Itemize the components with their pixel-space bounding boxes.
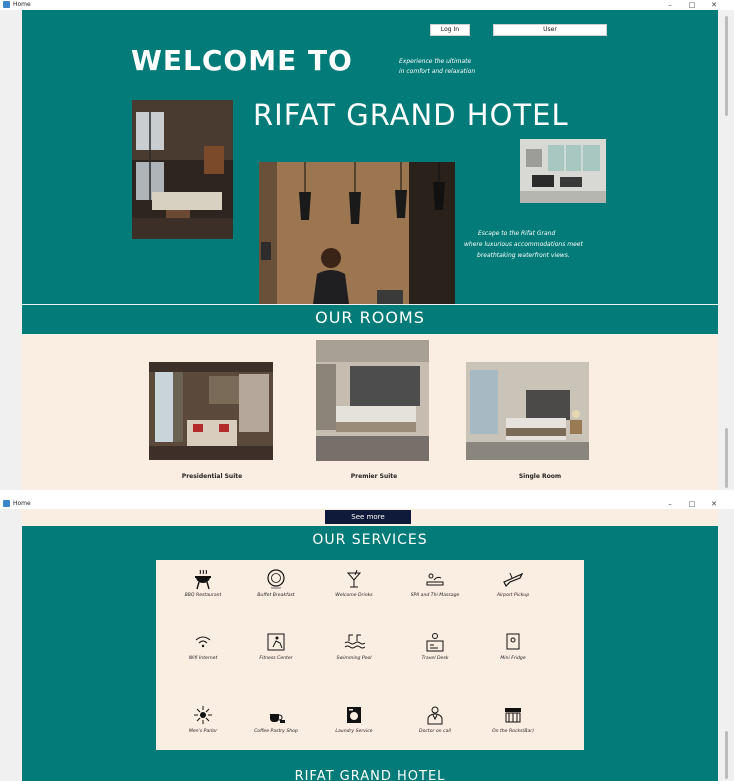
scrollbar-bottom[interactable]: [718, 509, 734, 781]
services-heading: OUR SERVICES: [312, 532, 428, 548]
room-photo-single[interactable]: [466, 362, 589, 460]
service-label: Coffee Pastry Shop: [254, 729, 298, 734]
service-coffee-pastry: Coffee Pastry Shop: [241, 704, 311, 734]
service-label: Men's Parlor: [188, 729, 218, 734]
scroll-thumb-bottom[interactable]: [725, 731, 728, 779]
service-airport-pickup: Airport Pickup: [478, 568, 548, 598]
service-label: Buffet Breakfast: [257, 593, 295, 598]
swimming-pool-icon: [343, 631, 365, 653]
service-label: Travel Desk: [421, 656, 449, 661]
room-caption-single: Single Room: [518, 473, 562, 480]
title-bar: Home – □ ✕: [0, 0, 734, 10]
service-spa-massage: SPA and Thi Massage: [400, 568, 470, 598]
service-label: Doctor on call: [419, 729, 451, 734]
scroll-thumb-lower[interactable]: [725, 428, 728, 488]
parlor-icon: [192, 704, 214, 726]
maximize-button[interactable]: □: [685, 0, 699, 10]
close-button[interactable]: ✕: [707, 0, 721, 10]
service-label: Swimming Pool: [336, 656, 372, 661]
bbq-grill-icon: [192, 568, 214, 590]
see-more-strip: See more: [22, 509, 718, 526]
rooms-header: OUR ROOMS: [22, 305, 718, 334]
app-icon-2: [3, 500, 10, 507]
laundry-icon: [343, 704, 365, 726]
hotel-name-heading: RIFAT GRAND HOTEL: [253, 98, 569, 132]
scroll-thumb-top[interactable]: [725, 16, 728, 116]
service-label: Wifi Internet: [188, 656, 218, 661]
title-bar-2: Home – □ ✕: [0, 499, 734, 509]
service-swimming-pool: Swimming Pool: [319, 631, 389, 661]
maximize-button-2[interactable]: □: [685, 499, 699, 509]
rooms-section: Presidential Suite Premier Suite Single …: [22, 335, 718, 490]
window-top: Home – □ ✕ Log In User WELCOME TO Experi…: [0, 0, 734, 490]
service-laundry: Laundry Service: [319, 704, 389, 734]
bar-icon: [502, 704, 524, 726]
service-wifi: Wifi Internet: [168, 631, 238, 661]
service-fitness-center: Fitness Center: [241, 631, 311, 661]
tagline-line-1: Experience the ultimate: [399, 58, 472, 65]
living-room-photo: [132, 100, 233, 239]
service-mini-fridge: Mini Fridge: [478, 631, 548, 661]
rooms-heading: OUR ROOMS: [315, 308, 425, 327]
service-label: Fitness Center: [259, 656, 293, 661]
room-caption-premier: Premier Suite: [350, 473, 398, 480]
service-label: On the Rocks(Bar): [491, 729, 534, 734]
window-bottom: Home – □ ✕ See more OUR SERVICES BBQ Res…: [0, 499, 734, 781]
window-title-2: Home: [13, 500, 31, 507]
minimize-button-2[interactable]: –: [663, 499, 677, 509]
service-buffet-breakfast: Buffet Breakfast: [241, 568, 311, 598]
services-panel: BBQ Restaurant Buffet Breakfast Welcome …: [156, 560, 584, 750]
window-title: Home: [13, 1, 31, 8]
coffee-shop-icon: [265, 704, 287, 726]
welcome-heading: WELCOME TO: [131, 44, 353, 77]
escape-text-line-1: Escape to the Rifat Grand: [478, 230, 556, 237]
user-button[interactable]: User: [493, 24, 607, 36]
reception-photo: [259, 162, 455, 304]
fitness-icon: [265, 631, 287, 653]
service-label: Welcome Drinks: [335, 593, 373, 598]
mini-fridge-icon: [502, 631, 524, 653]
room-caption-presidential: Presidential Suite: [181, 473, 243, 480]
service-welcome-drinks: Welcome Drinks: [319, 568, 389, 598]
service-label: SPA and Thi Massage: [410, 593, 460, 598]
minimize-button[interactable]: –: [663, 0, 677, 10]
hero-section: Log In User WELCOME TO Experience the ul…: [22, 10, 718, 304]
service-bbq-restaurant: BBQ Restaurant: [168, 568, 238, 598]
service-doctor: Doctor on call: [400, 704, 470, 734]
services-section: OUR SERVICES BBQ Restaurant Buffet Break…: [22, 526, 718, 781]
doctor-icon: [424, 704, 446, 726]
service-travel-desk: Travel Desk: [400, 631, 470, 661]
service-label: BBQ Restaurant: [184, 593, 222, 598]
cocktail-icon: [343, 568, 365, 590]
app-icon: [3, 1, 10, 8]
travel-desk-icon: [424, 631, 446, 653]
service-label: Laundry Service: [335, 729, 373, 734]
escape-text-line-3: breathtaking waterfront views.: [477, 252, 570, 259]
airplane-icon: [502, 568, 524, 590]
escape-text-line-2: where luxurious accommodations meet: [464, 241, 583, 248]
room-photo-premier[interactable]: [316, 340, 429, 461]
buffet-plate-icon: [265, 568, 287, 590]
scrollbar-top[interactable]: [718, 10, 734, 490]
spa-massage-icon: [424, 568, 446, 590]
login-button[interactable]: Log In: [430, 24, 470, 36]
room-photo-presidential[interactable]: [149, 362, 273, 460]
service-mens-parlor: Men's Parlor: [168, 704, 238, 734]
tagline-line-2: in comfort and relaxation: [399, 68, 476, 75]
see-more-button[interactable]: See more: [325, 510, 411, 524]
close-button-2[interactable]: ✕: [707, 499, 721, 509]
footer-heading: RIFAT GRAND HOTEL: [294, 769, 446, 781]
wifi-icon: [192, 631, 214, 653]
lounge-photo: [520, 139, 606, 203]
service-label: Airport Pickup: [496, 593, 530, 598]
service-bar: On the Rocks(Bar): [478, 704, 548, 734]
service-label: Mini Fridge: [500, 656, 526, 661]
